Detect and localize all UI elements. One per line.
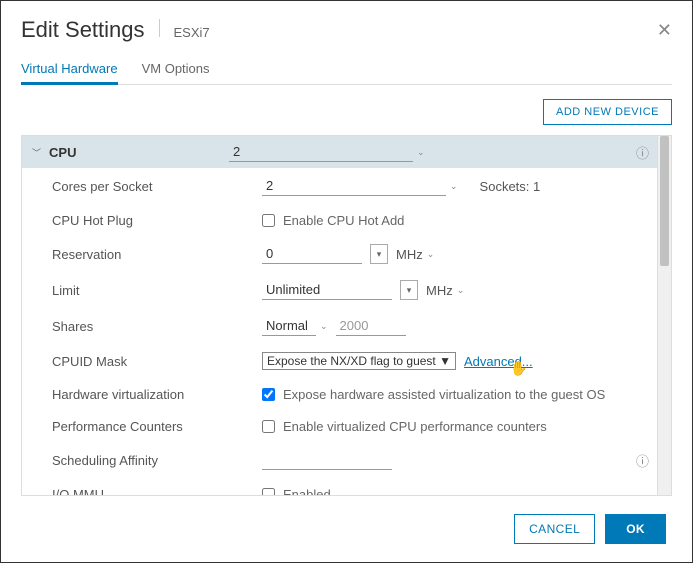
hardware-virtualization-checkbox[interactable] — [262, 388, 275, 401]
row-shares: Shares ⌄ — [22, 308, 657, 344]
row-reservation: Reservation ▾ MHz ⌄ — [22, 236, 657, 272]
io-mmu-checkbox[interactable] — [262, 488, 275, 496]
row-cpuid-mask: CPUID Mask Expose the NX/XD flag to gues… — [22, 344, 657, 378]
reservation-label: Reservation — [52, 247, 262, 262]
performance-counters-text: Enable virtualized CPU performance count… — [283, 419, 547, 434]
scroll-thumb[interactable] — [660, 136, 669, 266]
cpu-section-header[interactable]: ﹀ CPU ⌄ ⓘ — [22, 136, 657, 168]
limit-unit-select[interactable]: MHz ⌄ — [426, 283, 464, 298]
cpu-count-value[interactable] — [229, 142, 413, 162]
ok-button[interactable]: OK — [605, 514, 666, 544]
cpu-hot-plug-label: CPU Hot Plug — [52, 213, 262, 228]
chevron-down-icon: ﹀ — [32, 146, 41, 159]
shares-value-input[interactable] — [336, 316, 406, 336]
chevron-down-icon: ⌄ — [457, 285, 465, 296]
io-mmu-text: Enabled — [283, 487, 331, 496]
cpuid-mask-select[interactable]: Expose the NX/XD flag to guest ▼ — [262, 352, 456, 370]
scrollbar[interactable] — [657, 136, 671, 495]
reservation-dropdown-button[interactable]: ▾ — [370, 244, 388, 264]
sockets-count-label: Sockets: 1 — [480, 179, 541, 194]
shares-mode-select[interactable]: ⌄ — [262, 316, 328, 336]
row-hardware-virtualization: Hardware virtualization Expose hardware … — [22, 378, 657, 410]
add-new-device-button[interactable]: ADD NEW DEVICE — [543, 99, 672, 125]
dialog-header: Edit Settings ESXi7 ✕ — [21, 17, 672, 43]
vm-name: ESXi7 — [174, 25, 210, 40]
performance-counters-label: Performance Counters — [52, 419, 262, 434]
row-cores-per-socket: Cores per Socket ⌄ Sockets: 1 — [22, 168, 657, 204]
tab-vm-options[interactable]: VM Options — [142, 55, 210, 84]
row-cpu-hot-plug: CPU Hot Plug Enable CPU Hot Add — [22, 204, 657, 236]
settings-panel: ﹀ CPU ⌄ ⓘ Cores per Socket ⌄ S — [21, 135, 672, 496]
io-mmu-label: I/O MMU — [52, 487, 262, 496]
close-icon[interactable]: ✕ — [657, 20, 672, 41]
dialog-title: Edit Settings — [21, 17, 145, 43]
cpu-section-title: CPU — [49, 145, 229, 160]
limit-label: Limit — [52, 283, 262, 298]
cpuid-mask-label: CPUID Mask — [52, 354, 262, 369]
reservation-unit-select[interactable]: MHz ⌄ — [396, 247, 434, 262]
reservation-input[interactable] — [262, 244, 362, 264]
row-limit: Limit ▾ MHz ⌄ — [22, 272, 657, 308]
hardware-virtualization-text: Expose hardware assisted virtualization … — [283, 387, 605, 402]
limit-input[interactable] — [262, 280, 392, 300]
limit-dropdown-button[interactable]: ▾ — [400, 280, 418, 300]
cores-per-socket-label: Cores per Socket — [52, 179, 262, 194]
row-io-mmu: I/O MMU Enabled — [22, 478, 657, 495]
cursor-icon: ✋ — [510, 360, 527, 377]
chevron-down-icon: ⌄ — [417, 147, 425, 158]
chevron-down-icon: ⌄ — [427, 249, 435, 260]
info-icon[interactable]: ⓘ — [636, 143, 649, 162]
chevron-down-icon: ⌄ — [320, 321, 328, 332]
shares-label: Shares — [52, 319, 262, 334]
cpu-count-select[interactable]: ⌄ — [229, 142, 425, 162]
dialog-footer: CANCEL OK — [21, 496, 672, 562]
cores-per-socket-select[interactable]: ⌄ — [262, 176, 458, 196]
tab-virtual-hardware[interactable]: Virtual Hardware — [21, 55, 118, 85]
row-performance-counters: Performance Counters Enable virtualized … — [22, 410, 657, 442]
hardware-virtualization-label: Hardware virtualization — [52, 387, 262, 402]
scheduling-affinity-input[interactable] — [262, 450, 392, 470]
performance-counters-checkbox[interactable] — [262, 420, 275, 433]
scheduling-affinity-label: Scheduling Affinity — [52, 453, 262, 468]
header-divider — [159, 19, 160, 37]
info-icon[interactable]: ⓘ — [636, 451, 649, 470]
row-scheduling-affinity: Scheduling Affinity ⓘ — [22, 442, 657, 478]
tab-bar: Virtual Hardware VM Options — [21, 55, 672, 85]
chevron-down-icon: ⌄ — [450, 181, 458, 192]
cpu-hot-add-checkbox[interactable] — [262, 214, 275, 227]
cancel-button[interactable]: CANCEL — [514, 514, 595, 544]
cpu-hot-add-text: Enable CPU Hot Add — [283, 213, 404, 228]
